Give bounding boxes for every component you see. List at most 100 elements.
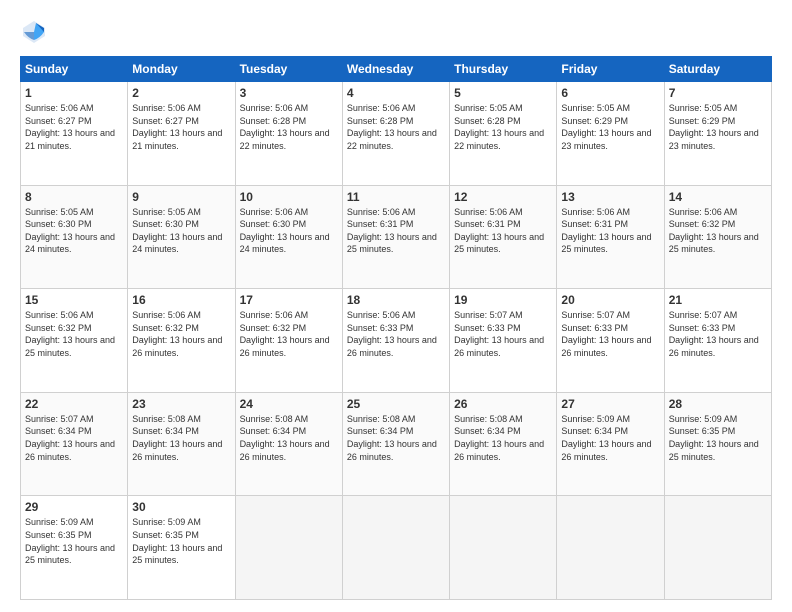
- day-info: Sunrise: 5:07 AM Sunset: 6:33 PM Dayligh…: [669, 309, 767, 359]
- calendar-cell: 5 Sunrise: 5:05 AM Sunset: 6:28 PM Dayli…: [450, 82, 557, 186]
- day-info: Sunrise: 5:07 AM Sunset: 6:34 PM Dayligh…: [25, 413, 123, 463]
- calendar-week-5: 29 Sunrise: 5:09 AM Sunset: 6:35 PM Dayl…: [21, 496, 772, 600]
- day-number: 1: [25, 86, 123, 100]
- day-info: Sunrise: 5:09 AM Sunset: 6:35 PM Dayligh…: [669, 413, 767, 463]
- logo: [20, 18, 52, 46]
- day-number: 28: [669, 397, 767, 411]
- calendar-cell: 10 Sunrise: 5:06 AM Sunset: 6:30 PM Dayl…: [235, 185, 342, 289]
- page: SundayMondayTuesdayWednesdayThursdayFrid…: [0, 0, 792, 612]
- day-number: 17: [240, 293, 338, 307]
- day-info: Sunrise: 5:05 AM Sunset: 6:30 PM Dayligh…: [25, 206, 123, 256]
- calendar-cell: 11 Sunrise: 5:06 AM Sunset: 6:31 PM Dayl…: [342, 185, 449, 289]
- day-number: 11: [347, 190, 445, 204]
- day-info: Sunrise: 5:09 AM Sunset: 6:34 PM Dayligh…: [561, 413, 659, 463]
- calendar-week-2: 8 Sunrise: 5:05 AM Sunset: 6:30 PM Dayli…: [21, 185, 772, 289]
- calendar-cell: 9 Sunrise: 5:05 AM Sunset: 6:30 PM Dayli…: [128, 185, 235, 289]
- calendar-cell: 24 Sunrise: 5:08 AM Sunset: 6:34 PM Dayl…: [235, 392, 342, 496]
- calendar-cell: 25 Sunrise: 5:08 AM Sunset: 6:34 PM Dayl…: [342, 392, 449, 496]
- day-number: 2: [132, 86, 230, 100]
- day-info: Sunrise: 5:06 AM Sunset: 6:31 PM Dayligh…: [454, 206, 552, 256]
- calendar-cell: 15 Sunrise: 5:06 AM Sunset: 6:32 PM Dayl…: [21, 289, 128, 393]
- day-info: Sunrise: 5:06 AM Sunset: 6:32 PM Dayligh…: [132, 309, 230, 359]
- calendar-week-4: 22 Sunrise: 5:07 AM Sunset: 6:34 PM Dayl…: [21, 392, 772, 496]
- day-number: 21: [669, 293, 767, 307]
- calendar-week-1: 1 Sunrise: 5:06 AM Sunset: 6:27 PM Dayli…: [21, 82, 772, 186]
- day-info: Sunrise: 5:06 AM Sunset: 6:31 PM Dayligh…: [347, 206, 445, 256]
- day-number: 27: [561, 397, 659, 411]
- day-number: 4: [347, 86, 445, 100]
- day-info: Sunrise: 5:09 AM Sunset: 6:35 PM Dayligh…: [25, 516, 123, 566]
- day-number: 10: [240, 190, 338, 204]
- calendar-cell: 7 Sunrise: 5:05 AM Sunset: 6:29 PM Dayli…: [664, 82, 771, 186]
- day-info: Sunrise: 5:06 AM Sunset: 6:32 PM Dayligh…: [240, 309, 338, 359]
- day-info: Sunrise: 5:07 AM Sunset: 6:33 PM Dayligh…: [561, 309, 659, 359]
- day-info: Sunrise: 5:06 AM Sunset: 6:32 PM Dayligh…: [25, 309, 123, 359]
- day-number: 12: [454, 190, 552, 204]
- day-number: 22: [25, 397, 123, 411]
- day-number: 20: [561, 293, 659, 307]
- day-info: Sunrise: 5:06 AM Sunset: 6:28 PM Dayligh…: [347, 102, 445, 152]
- day-number: 14: [669, 190, 767, 204]
- day-number: 5: [454, 86, 552, 100]
- calendar-cell: 3 Sunrise: 5:06 AM Sunset: 6:28 PM Dayli…: [235, 82, 342, 186]
- calendar-cell: 4 Sunrise: 5:06 AM Sunset: 6:28 PM Dayli…: [342, 82, 449, 186]
- day-number: 29: [25, 500, 123, 514]
- calendar-cell: 13 Sunrise: 5:06 AM Sunset: 6:31 PM Dayl…: [557, 185, 664, 289]
- day-info: Sunrise: 5:08 AM Sunset: 6:34 PM Dayligh…: [347, 413, 445, 463]
- day-info: Sunrise: 5:05 AM Sunset: 6:30 PM Dayligh…: [132, 206, 230, 256]
- day-info: Sunrise: 5:06 AM Sunset: 6:30 PM Dayligh…: [240, 206, 338, 256]
- calendar-cell: 22 Sunrise: 5:07 AM Sunset: 6:34 PM Dayl…: [21, 392, 128, 496]
- day-number: 8: [25, 190, 123, 204]
- day-number: 6: [561, 86, 659, 100]
- day-info: Sunrise: 5:08 AM Sunset: 6:34 PM Dayligh…: [132, 413, 230, 463]
- calendar-cell: [557, 496, 664, 600]
- calendar-cell: 18 Sunrise: 5:06 AM Sunset: 6:33 PM Dayl…: [342, 289, 449, 393]
- calendar-week-3: 15 Sunrise: 5:06 AM Sunset: 6:32 PM Dayl…: [21, 289, 772, 393]
- weekday-header-monday: Monday: [128, 57, 235, 82]
- calendar-cell: 19 Sunrise: 5:07 AM Sunset: 6:33 PM Dayl…: [450, 289, 557, 393]
- weekday-header-thursday: Thursday: [450, 57, 557, 82]
- day-number: 15: [25, 293, 123, 307]
- day-info: Sunrise: 5:08 AM Sunset: 6:34 PM Dayligh…: [240, 413, 338, 463]
- calendar-cell: 20 Sunrise: 5:07 AM Sunset: 6:33 PM Dayl…: [557, 289, 664, 393]
- calendar-cell: 6 Sunrise: 5:05 AM Sunset: 6:29 PM Dayli…: [557, 82, 664, 186]
- header: [20, 18, 772, 46]
- day-info: Sunrise: 5:06 AM Sunset: 6:31 PM Dayligh…: [561, 206, 659, 256]
- day-number: 19: [454, 293, 552, 307]
- day-number: 30: [132, 500, 230, 514]
- day-info: Sunrise: 5:09 AM Sunset: 6:35 PM Dayligh…: [132, 516, 230, 566]
- day-info: Sunrise: 5:06 AM Sunset: 6:33 PM Dayligh…: [347, 309, 445, 359]
- day-info: Sunrise: 5:07 AM Sunset: 6:33 PM Dayligh…: [454, 309, 552, 359]
- calendar-cell: [342, 496, 449, 600]
- day-number: 26: [454, 397, 552, 411]
- day-number: 9: [132, 190, 230, 204]
- day-info: Sunrise: 5:05 AM Sunset: 6:28 PM Dayligh…: [454, 102, 552, 152]
- day-number: 13: [561, 190, 659, 204]
- day-info: Sunrise: 5:08 AM Sunset: 6:34 PM Dayligh…: [454, 413, 552, 463]
- day-number: 3: [240, 86, 338, 100]
- weekday-header-friday: Friday: [557, 57, 664, 82]
- day-info: Sunrise: 5:06 AM Sunset: 6:28 PM Dayligh…: [240, 102, 338, 152]
- day-number: 18: [347, 293, 445, 307]
- calendar-cell: 29 Sunrise: 5:09 AM Sunset: 6:35 PM Dayl…: [21, 496, 128, 600]
- day-number: 7: [669, 86, 767, 100]
- day-info: Sunrise: 5:06 AM Sunset: 6:27 PM Dayligh…: [25, 102, 123, 152]
- calendar-cell: 1 Sunrise: 5:06 AM Sunset: 6:27 PM Dayli…: [21, 82, 128, 186]
- calendar-cell: 12 Sunrise: 5:06 AM Sunset: 6:31 PM Dayl…: [450, 185, 557, 289]
- calendar-cell: 26 Sunrise: 5:08 AM Sunset: 6:34 PM Dayl…: [450, 392, 557, 496]
- day-number: 16: [132, 293, 230, 307]
- calendar-cell: 14 Sunrise: 5:06 AM Sunset: 6:32 PM Dayl…: [664, 185, 771, 289]
- calendar-cell: 16 Sunrise: 5:06 AM Sunset: 6:32 PM Dayl…: [128, 289, 235, 393]
- day-number: 25: [347, 397, 445, 411]
- weekday-header-wednesday: Wednesday: [342, 57, 449, 82]
- calendar-cell: 30 Sunrise: 5:09 AM Sunset: 6:35 PM Dayl…: [128, 496, 235, 600]
- day-info: Sunrise: 5:06 AM Sunset: 6:32 PM Dayligh…: [669, 206, 767, 256]
- logo-icon: [20, 18, 48, 46]
- calendar-cell: [450, 496, 557, 600]
- calendar-cell: [235, 496, 342, 600]
- day-info: Sunrise: 5:05 AM Sunset: 6:29 PM Dayligh…: [669, 102, 767, 152]
- calendar-cell: 17 Sunrise: 5:06 AM Sunset: 6:32 PM Dayl…: [235, 289, 342, 393]
- calendar-cell: 28 Sunrise: 5:09 AM Sunset: 6:35 PM Dayl…: [664, 392, 771, 496]
- weekday-header-tuesday: Tuesday: [235, 57, 342, 82]
- calendar-cell: 2 Sunrise: 5:06 AM Sunset: 6:27 PM Dayli…: [128, 82, 235, 186]
